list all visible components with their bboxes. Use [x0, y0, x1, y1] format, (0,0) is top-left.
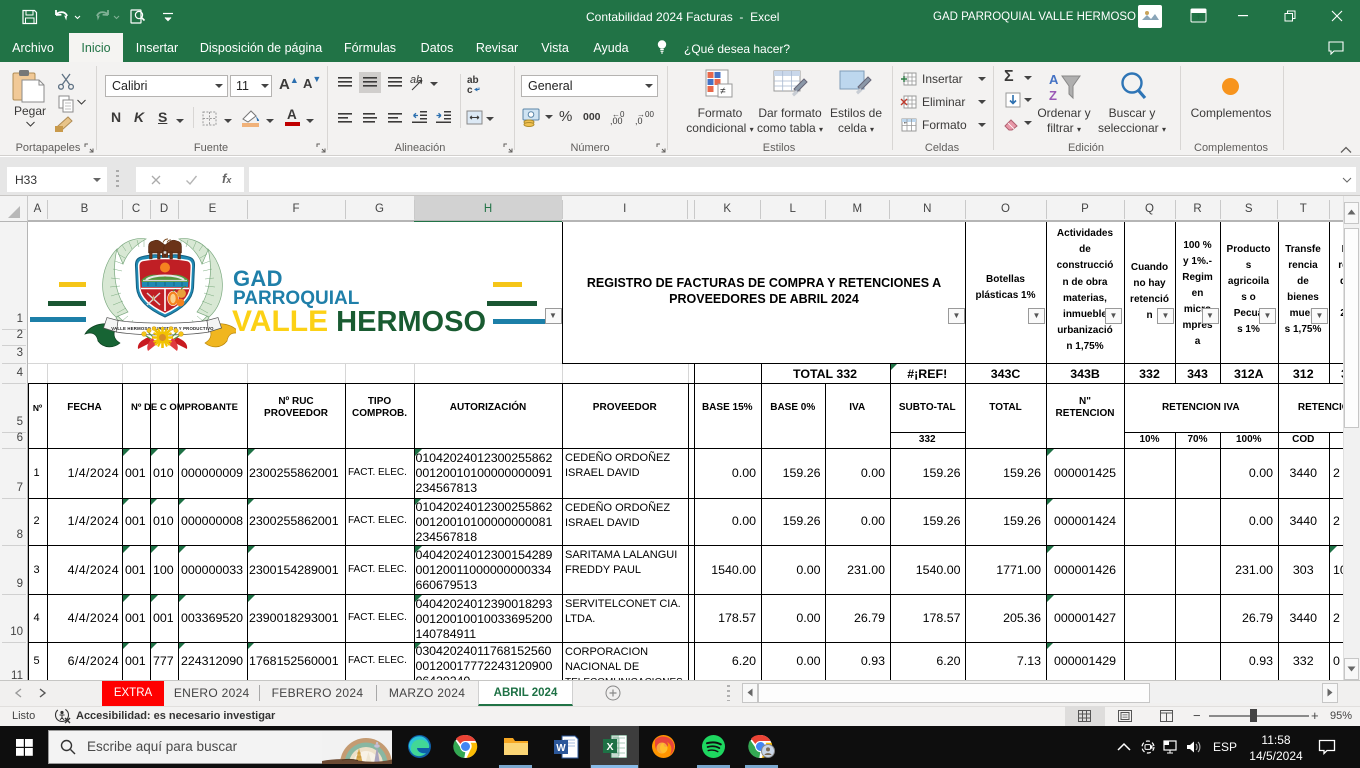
svg-text:A: A	[1049, 72, 1059, 87]
svg-text:W: W	[556, 743, 566, 754]
svg-text:←0: ←0	[612, 110, 625, 119]
svg-text:→00: →00	[637, 110, 654, 119]
svg-text:c: c	[467, 85, 473, 94]
svg-text:X: X	[606, 741, 613, 753]
svg-text:≠: ≠	[720, 86, 726, 97]
svg-text:Z: Z	[1049, 88, 1057, 103]
